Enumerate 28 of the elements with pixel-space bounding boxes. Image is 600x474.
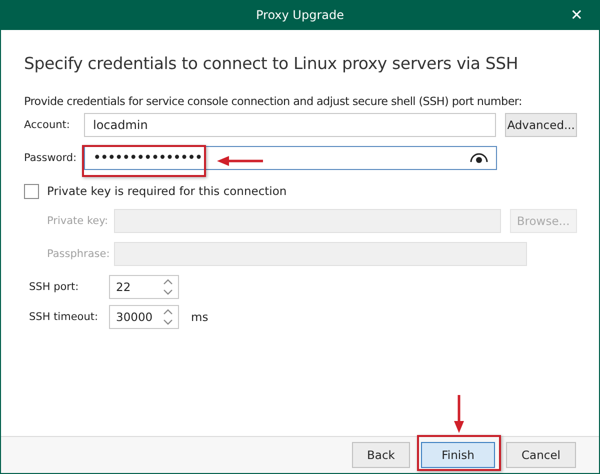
page-heading: Specify credentials to connect to Linux proxy servers via SSH — [24, 54, 520, 73]
close-button[interactable]: ✕ — [570, 6, 583, 24]
field-label: Account: — [24, 119, 71, 131]
checkbox-label: Private key is required for this connection — [47, 184, 287, 198]
unit-label: ms — [191, 310, 208, 324]
advanced-button[interactable]: Advanced... — [505, 113, 577, 137]
dialog-button[interactable]: Back — [352, 442, 410, 468]
arrow-drawing — [453, 395, 465, 433]
spinner-arrows-icon[interactable] — [161, 277, 175, 297]
account-field[interactable]: locadmin — [84, 113, 496, 137]
port-spinbox[interactable]: 22 — [109, 275, 179, 299]
window-title: Proxy Upgrade — [256, 8, 344, 22]
private-key-field[interactable] — [114, 209, 501, 233]
field-label: Passphrase: — [47, 248, 111, 260]
dialog-button[interactable]: Finish — [421, 442, 495, 468]
field-label: Private key: — [47, 215, 110, 227]
field-label: SSH timeout: — [29, 311, 100, 323]
password-field[interactable]: ••••••••••••••• — [84, 146, 497, 170]
spinner-arrows-icon[interactable] — [161, 307, 175, 327]
field-label: Password: — [24, 152, 78, 164]
dialog-button[interactable]: Cancel — [506, 442, 576, 468]
passphrase-field[interactable] — [114, 242, 527, 266]
arrow-drawing — [217, 155, 265, 167]
eye-icon[interactable] — [470, 152, 488, 164]
checkbox[interactable] — [24, 184, 39, 198]
field-label: SSH port: — [29, 281, 80, 293]
timeout-spinbox[interactable]: 30000 — [109, 305, 179, 329]
instruction-text: Provide credentials for service console connection and adjust secure shell (SSH) port number: — [24, 95, 523, 108]
